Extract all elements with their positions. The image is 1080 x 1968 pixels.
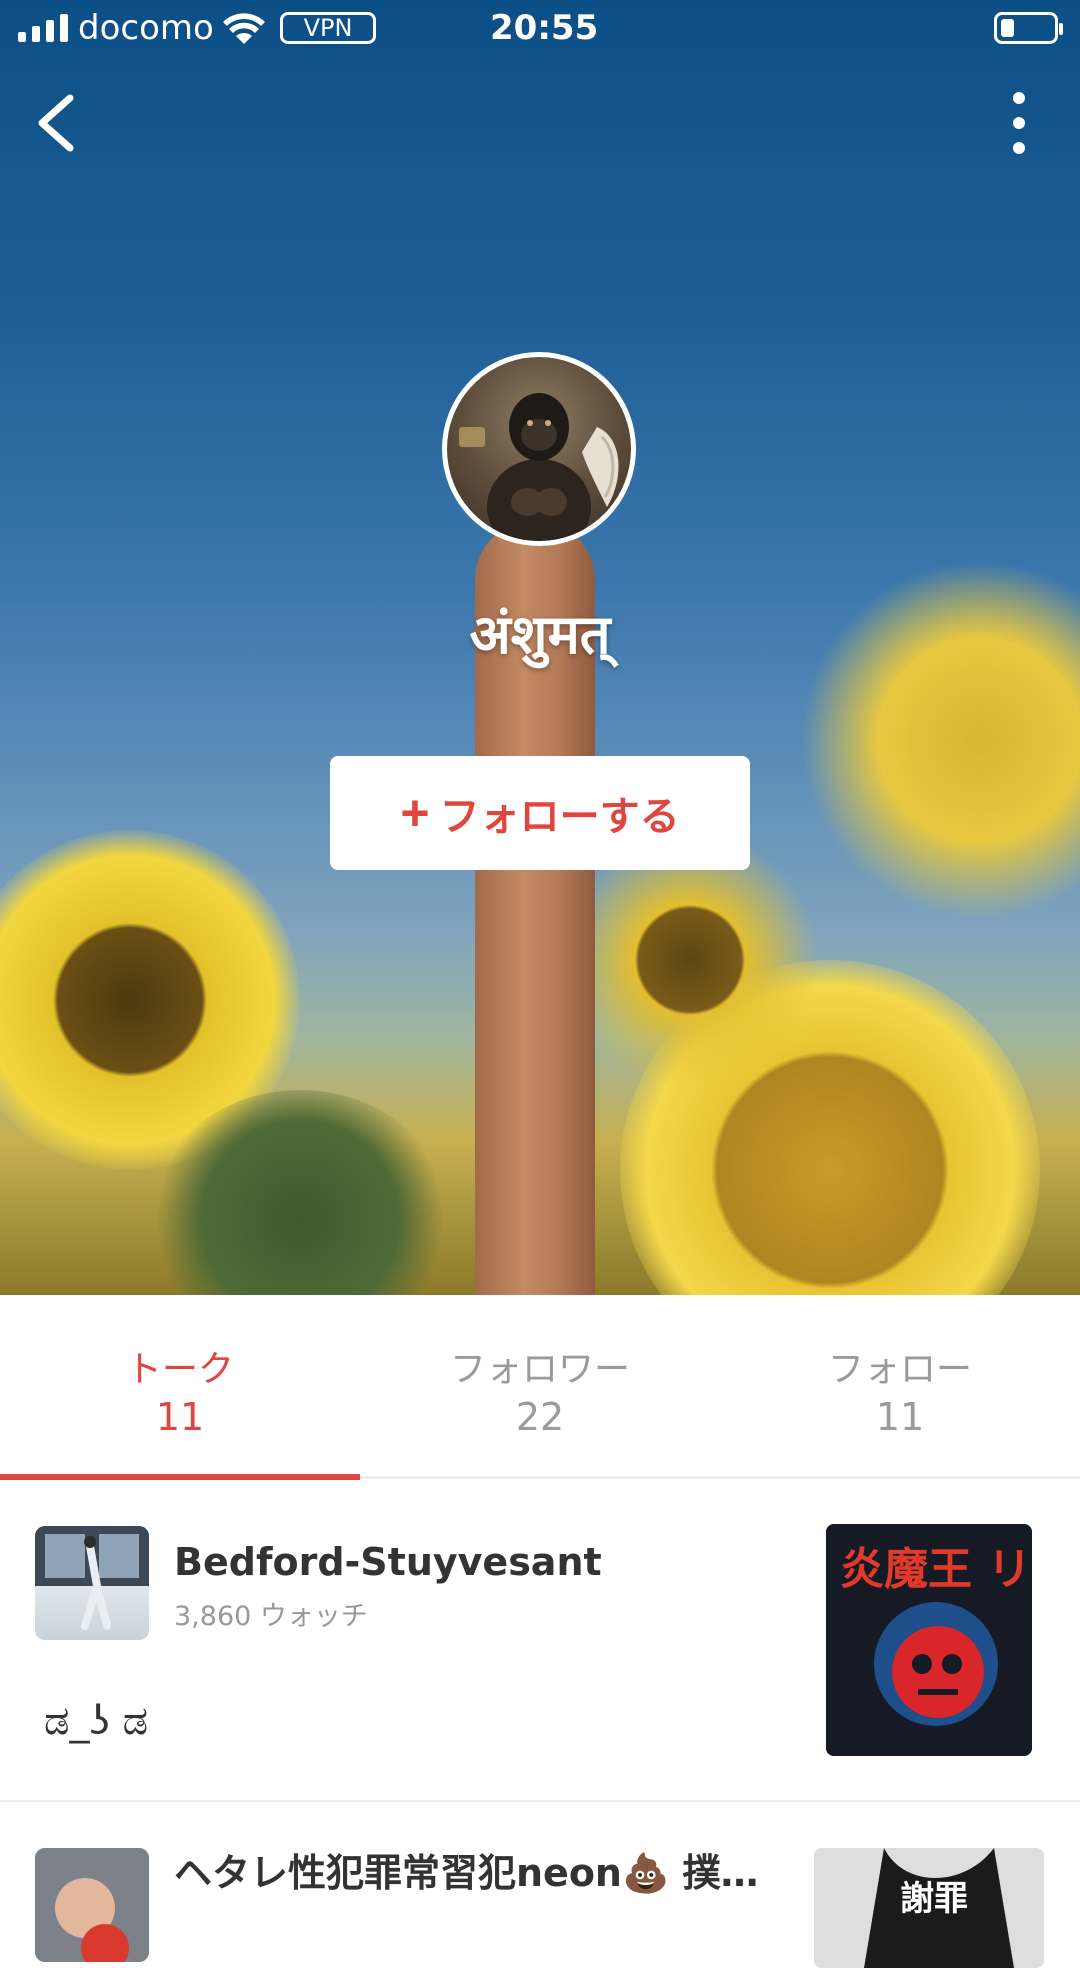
tab-count: 11 — [875, 1395, 925, 1439]
follow-button-label: フォローする — [439, 795, 680, 839]
snack-package-image: 炎魔王 リーパー — [826, 1524, 1032, 1756]
watch-count: 3,860 ウォッチ — [174, 1601, 368, 1632]
profile-username: अंशुमत् — [469, 603, 611, 666]
plus-icon: + — [400, 785, 430, 841]
talk-thumbnail — [35, 1848, 149, 1962]
tab-label: フォロー — [827, 1349, 972, 1390]
tab-label: トーク — [125, 1349, 234, 1390]
list-item[interactable]: ヘタレ性犯罪常習犯neon💩 撲… 謝罪 — [0, 1802, 1080, 1968]
tab-talk[interactable]: トーク 11 — [0, 1295, 360, 1480]
battery-level — [1001, 19, 1014, 37]
talk-thumbnail — [35, 1526, 149, 1640]
tab-count: 11 — [155, 1395, 205, 1439]
thumbnail-image — [35, 1526, 149, 1630]
more-vertical-icon[interactable] — [984, 88, 1054, 158]
tab-label: フォロワー — [449, 1349, 630, 1390]
talk-body: ಡ_ʖ ಡ — [44, 1698, 149, 1744]
tab-followers[interactable]: フォロワー 22 — [360, 1295, 720, 1480]
talk-image: 炎魔王 リーパー — [826, 1524, 1032, 1756]
tab-following[interactable]: フォロー 11 — [720, 1295, 1080, 1480]
talk-title: ヘタレ性犯罪常習犯neon💩 撲… — [174, 1851, 759, 1895]
thumbnail-image — [35, 1848, 149, 1962]
follow-button[interactable]: + フォローする — [330, 756, 750, 870]
apology-text: 謝罪 — [900, 1879, 968, 1919]
profile-tabs: トーク 11 フォロワー 22 フォロー 11 — [0, 1295, 1080, 1480]
talk-title: Bedford-Stuyvesant — [174, 1540, 602, 1584]
apology-image: 謝罪 — [814, 1848, 1044, 1968]
status-time: 20:55 — [490, 8, 599, 48]
profile-header: docomo VPN 20:55 अंशुमत् + フォローする — [0, 0, 1080, 1295]
list-item[interactable]: Bedford-Stuyvesant 3,860 ウォッチ ಡ_ʖ ಡ 炎魔王 … — [0, 1480, 1080, 1802]
status-bar: docomo VPN 20:55 — [0, 0, 1080, 60]
talk-image: 謝罪 — [814, 1848, 1044, 1968]
snack-title-text: 炎魔王 リーパー — [840, 1544, 1032, 1595]
battery-icon — [994, 12, 1063, 44]
carrier-name: docomo — [78, 8, 214, 48]
tab-count: 22 — [515, 1395, 565, 1439]
wifi-icon — [223, 13, 265, 44]
vpn-badge: VPN — [280, 12, 376, 44]
gorilla-avatar-image — [459, 393, 619, 541]
avatar[interactable] — [442, 352, 636, 546]
signal-icon — [18, 14, 68, 42]
chevron-left-icon[interactable] — [22, 88, 92, 158]
